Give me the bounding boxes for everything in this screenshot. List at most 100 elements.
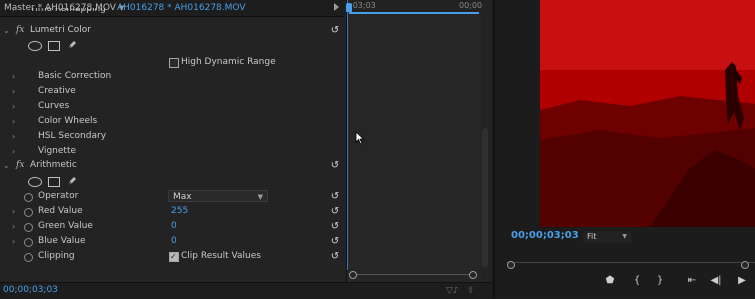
arithmetic-label: Arithmetic [30, 160, 77, 170]
lumetri-color-row[interactable]: ⌄ fx Lumetri Color ↺ [0, 23, 345, 38]
zoom-level-select[interactable]: Fit ▼ [583, 231, 631, 243]
blue-value-field[interactable]: 0 [171, 234, 177, 249]
hdr-row: High Dynamic Range [0, 55, 345, 70]
chevron-down-icon: ▼ [257, 193, 263, 201]
curves-label: Curves [38, 101, 70, 111]
operator-value: Max [173, 192, 192, 202]
scroll-left-handle[interactable] [349, 271, 357, 279]
monitor-scroll-handle[interactable] [507, 261, 515, 269]
work-area-bar[interactable] [349, 12, 479, 14]
time-remapping-label: Time Remapping [30, 8, 106, 14]
color-wheels-label: Color Wheels [38, 116, 98, 126]
monitor-scroll-handle-right[interactable] [741, 261, 749, 269]
reset-icon[interactable]: ↺ [329, 23, 341, 38]
add-marker-icon[interactable]: ⬟ [603, 275, 617, 286]
video-preview[interactable] [540, 0, 755, 227]
scroll-right-handle[interactable] [469, 271, 477, 279]
keyframe-ruler[interactable]: ;03;03 00;00 [347, 0, 482, 14]
fx-icon[interactable]: fx [16, 23, 24, 38]
fx-icon[interactable]: fx [16, 158, 24, 173]
reset-icon[interactable]: ↺ [329, 158, 341, 173]
lumetri-section-row[interactable]: › Color Wheels [0, 114, 345, 129]
chevron-down-icon[interactable]: ⌄ [3, 23, 10, 38]
reset-icon[interactable]: ↺ [329, 204, 341, 219]
program-monitor: 00;00;03;03 Fit ▼ ⬟ { } ⇤ ◀| ▶ [493, 0, 755, 298]
stopwatch-icon[interactable] [24, 208, 33, 217]
reset-icon[interactable]: ↺ [329, 234, 341, 249]
chevron-right-icon[interactable]: › [12, 84, 15, 99]
chevron-right-icon[interactable]: › [12, 114, 15, 129]
chevron-right-icon[interactable]: › [12, 219, 15, 234]
operator-select[interactable]: Max ▼ [168, 190, 268, 202]
ellipse-mask-icon[interactable] [28, 41, 42, 51]
stopwatch-icon[interactable] [24, 253, 33, 262]
hsl-secondary-label: HSL Secondary [38, 131, 107, 141]
mark-in-icon[interactable]: { [630, 275, 644, 286]
chevron-right-icon[interactable]: › [12, 234, 15, 249]
playhead-handle[interactable] [346, 3, 352, 12]
chevron-right-icon[interactable]: › [12, 69, 15, 84]
video-frame-image [540, 0, 755, 227]
chevron-right-icon[interactable]: › [12, 99, 15, 114]
stopwatch-icon[interactable] [24, 223, 33, 232]
zoom-level-value: Fit [587, 232, 597, 241]
stopwatch-icon[interactable] [24, 193, 33, 202]
vignette-label: Vignette [38, 146, 77, 156]
keyframe-timeline[interactable]: ;03;03 00;00 [346, 0, 482, 282]
reset-icon[interactable]: ↺ [329, 219, 341, 234]
filter-icon[interactable]: ▽♪ [446, 286, 459, 296]
clip-result-checkbox[interactable] [169, 249, 179, 264]
chevron-down-icon[interactable]: ⌄ [3, 158, 10, 173]
green-value-row: › Green Value 0 ↺ [0, 219, 345, 234]
effect-controls-panel: Master * AH016278.MOV ▼ AH016278 * AH016… [0, 0, 492, 299]
playhead-line[interactable] [347, 0, 348, 270]
green-value-field[interactable]: 0 [171, 219, 177, 234]
effect-controls-footer: 00;00;03;03 ▽♪ ⇪ [0, 282, 492, 299]
hdr-checkbox[interactable] [169, 58, 179, 68]
rectangle-mask-icon[interactable] [48, 41, 60, 51]
reset-icon[interactable]: ↺ [329, 249, 341, 264]
ruler-line [507, 262, 755, 263]
clip-result-label: Clip Result Values [181, 251, 261, 261]
export-icon[interactable]: ⇪ [467, 286, 475, 296]
monitor-time-ruler[interactable] [507, 252, 755, 264]
lumetri-color-label: Lumetri Color [30, 25, 91, 35]
lumetri-section-row[interactable]: › HSL Secondary [0, 129, 345, 144]
lumetri-section-row[interactable]: › Creative [0, 84, 345, 99]
creative-label: Creative [38, 86, 76, 96]
stopwatch-icon[interactable] [24, 238, 33, 247]
play-icon[interactable]: ▶ [735, 275, 749, 286]
blue-value-row: › Blue Value 0 ↺ [0, 234, 345, 249]
chevron-right-icon[interactable]: › [12, 204, 15, 219]
scroll-track [352, 274, 476, 275]
ruler-start-timecode: ;03;03 [350, 1, 376, 10]
lumetri-section-row[interactable]: › Vignette [0, 144, 345, 159]
lumetri-section-row[interactable]: › Curves [0, 99, 345, 114]
transport-controls: ⬟ { } ⇤ ◀| ▶ [495, 275, 755, 289]
chevron-right-icon[interactable]: › [12, 144, 15, 159]
rectangle-mask-icon[interactable] [48, 177, 60, 187]
mark-out-icon[interactable]: } [653, 275, 667, 286]
pen-mask-icon[interactable] [66, 175, 78, 187]
keyframe-zoom-scrollbar[interactable] [349, 271, 477, 279]
arithmetic-row[interactable]: ⌄ fx Arithmetic ↺ [0, 158, 345, 173]
vertical-scrollbar[interactable] [482, 128, 488, 268]
current-timecode[interactable]: 00;00;03;03 [3, 285, 58, 295]
ellipse-mask-icon[interactable] [28, 177, 42, 187]
red-value-label: Red Value [38, 206, 83, 216]
pen-mask-icon[interactable] [66, 39, 78, 51]
clipping-label: Clipping [38, 251, 75, 261]
chevron-right-icon[interactable]: › [12, 8, 15, 17]
playhead-timecode[interactable]: 00;00;03;03 [511, 230, 579, 241]
reset-icon[interactable]: ↺ [329, 189, 341, 204]
step-back-icon[interactable]: ◀| [709, 275, 723, 286]
operator-row: Operator Max ▼ ↺ [0, 189, 345, 204]
go-to-in-icon[interactable]: ⇤ [685, 275, 699, 286]
chevron-right-icon[interactable]: › [12, 129, 15, 144]
red-value-field[interactable]: 255 [171, 204, 188, 219]
clipping-row: Clipping Clip Result Values ↺ [0, 249, 345, 264]
red-value-row: › Red Value 255 ↺ [0, 204, 345, 219]
operator-label: Operator [38, 191, 79, 201]
lumetri-section-row[interactable]: › Basic Correction [0, 69, 345, 84]
time-remapping-row[interactable]: › Time Remapping [0, 8, 345, 17]
